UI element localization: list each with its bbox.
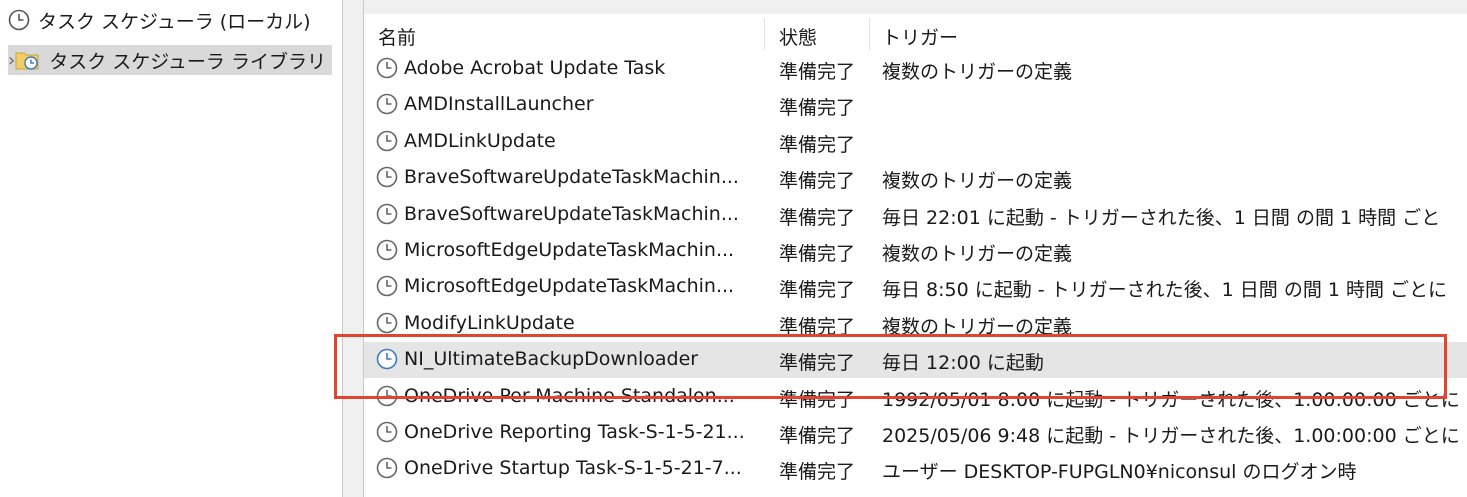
task-row[interactable]: OneDrive Reporting Task-S-1-5-21... 準備完了 2… (364, 415, 1467, 451)
task-trigger: 1992/05/01 8:00 に起動 - トリガーされた後、1.00:00:0… (882, 388, 1460, 411)
task-trigger: 複数のトリガーの定義 (882, 243, 1073, 265)
task-name-cell: ModifyLinkUpdate (376, 312, 575, 334)
clock-icon (376, 275, 398, 297)
task-name-cell: Adobe Acrobat Update Task (376, 57, 665, 79)
task-row[interactable]: MicrosoftEdgeUpdateTaskMachin... 準備完了 複数のト… (364, 233, 1467, 269)
clock-icon (376, 385, 398, 407)
clock-icon (376, 93, 398, 115)
task-row[interactable]: ModifyLinkUpdate 準備完了 複数のトリガーの定義 (364, 306, 1467, 342)
task-trigger: 毎日 12:00 に起動 (882, 352, 1044, 375)
clock-icon (376, 348, 398, 370)
task-name: AMDInstallLauncher (404, 93, 594, 116)
task-row[interactable]: BraveSoftwareUpdateTaskMachin... 準備完了 毎日 2… (364, 197, 1467, 233)
task-name: BraveSoftwareUpdateTaskMachin... (404, 202, 739, 225)
task-status: 準備完了 (779, 61, 856, 83)
clock-icon (376, 312, 398, 334)
clock-icon (8, 9, 30, 31)
column-header-row: 名前 状態 トリガー (364, 14, 1467, 54)
task-row[interactable]: BraveSoftwareUpdateTaskMachin... 準備完了 複数のト… (364, 160, 1467, 196)
tree-item-label: タスク スケジューラ (ローカル) (38, 10, 311, 33)
task-name-cell: AMDLinkUpdate (376, 130, 556, 152)
task-name-cell: NI_UltimateBackupDownloader (376, 348, 698, 370)
list-pane-top-border (364, 0, 1467, 15)
task-row[interactable]: OneDrive Per-Machine Standalon... 準備完了 199… (364, 379, 1467, 415)
chevron-right-icon[interactable]: › (8, 50, 15, 71)
clock-icon (376, 203, 398, 225)
clock-icon (376, 57, 398, 79)
task-name: OneDrive Reporting Task-S-1-5-21... (404, 421, 745, 443)
task-trigger: 複数のトリガーの定義 (882, 61, 1073, 83)
task-status: 準備完了 (779, 97, 856, 120)
folder-clock-icon (15, 48, 41, 72)
task-trigger: 複数のトリガーの定義 (882, 315, 1073, 338)
column-header-trigger[interactable]: トリガー (882, 23, 958, 50)
task-row[interactable]: Adobe Acrobat Update Task 準備完了 複数のトリガーの定義 (364, 51, 1467, 87)
clock-icon (376, 457, 398, 479)
task-name: OneDrive Startup Task-S-1-5-21-7... (404, 457, 742, 480)
task-name: AMDLinkUpdate (404, 129, 556, 152)
task-status: 準備完了 (779, 133, 856, 156)
clock-icon (376, 130, 398, 152)
task-row[interactable]: OneDrive Startup Task-S-1-5-21-7... 準備完了 ユ… (364, 451, 1467, 487)
tree-item-task-scheduler-local[interactable]: タスク スケジューラ (ローカル) (8, 5, 311, 35)
column-header-name[interactable]: 名前 (378, 23, 416, 50)
task-name: BraveSoftwareUpdateTaskMachin... (404, 166, 739, 189)
task-status: 準備完了 (779, 315, 856, 338)
task-status: 準備完了 (779, 425, 856, 447)
task-name-cell: BraveSoftwareUpdateTaskMachin... (376, 166, 739, 188)
task-name: MicrosoftEdgeUpdateTaskMachin... (404, 239, 735, 261)
task-name: NI_UltimateBackupDownloader (404, 348, 699, 371)
clock-icon (376, 421, 398, 443)
task-row[interactable]: NI_UltimateBackupDownloader 準備完了 毎日 12:00 … (364, 342, 1467, 379)
task-name-cell: MicrosoftEdgeUpdateTaskMachin... (376, 275, 734, 297)
task-list: 名前 状態 トリガー Adobe Acrobat Update Task 準備完了… (364, 14, 1467, 497)
navigation-tree-pane: タスク スケジューラ (ローカル) › タスク スケジューラ ライブラリ (0, 0, 342, 497)
task-status: 準備完了 (779, 170, 856, 193)
task-status: 準備完了 (779, 206, 856, 229)
task-name-cell: MicrosoftEdgeUpdateTaskMachin... (376, 239, 734, 261)
task-name-cell: OneDrive Startup Task-S-1-5-21-7... (376, 457, 742, 479)
column-separator[interactable] (869, 18, 870, 50)
task-name: Adobe Acrobat Update Task (404, 57, 666, 79)
clock-icon (376, 239, 398, 261)
task-status: 準備完了 (779, 279, 856, 302)
task-row[interactable]: AMDInstallLauncher 準備完了 (364, 87, 1467, 123)
task-name-cell: OneDrive Reporting Task-S-1-5-21... (376, 421, 745, 443)
clock-icon (376, 166, 398, 188)
task-trigger: 毎日 22:01 に起動 - トリガーされた後、1 日間 の間 1 時間 ごと (882, 206, 1441, 229)
task-trigger: 2025/05/06 9:48 に起動 - トリガーされた後、1.00:00:0… (882, 425, 1460, 447)
task-trigger: 複数のトリガーの定義 (882, 170, 1073, 193)
task-row[interactable]: AMDLinkUpdate 準備完了 (364, 124, 1467, 160)
task-status: 準備完了 (779, 243, 856, 265)
tree-item-label: タスク スケジューラ ライブラリ (49, 50, 326, 73)
task-trigger: 毎日 8:50 に起動 - トリガーされた後、1 日間 の間 1 時間 ごとに (882, 279, 1448, 302)
task-name-cell: BraveSoftwareUpdateTaskMachin... (376, 203, 739, 225)
column-header-status[interactable]: 状態 (779, 23, 817, 50)
task-row[interactable]: MicrosoftEdgeUpdateTaskMachin... 準備完了 毎日 8… (364, 269, 1467, 305)
task-name: ModifyLinkUpdate (404, 311, 575, 334)
task-status: 準備完了 (779, 352, 856, 375)
task-name-cell: AMDInstallLauncher (376, 93, 594, 115)
task-name-cell: OneDrive Per-Machine Standalon... (376, 385, 735, 407)
task-status: 準備完了 (779, 461, 856, 484)
pane-splitter[interactable] (342, 0, 364, 497)
task-name: OneDrive Per-Machine Standalon... (404, 384, 735, 407)
tree-item-task-scheduler-library[interactable]: › タスク スケジューラ ライブラリ (8, 45, 332, 75)
task-status: 準備完了 (779, 388, 856, 411)
task-trigger: ユーザー DESKTOP-FUPGLN0¥niconsul のログオン時 (882, 461, 1357, 484)
column-separator[interactable] (764, 18, 765, 50)
task-name: MicrosoftEdgeUpdateTaskMachin... (404, 275, 735, 298)
